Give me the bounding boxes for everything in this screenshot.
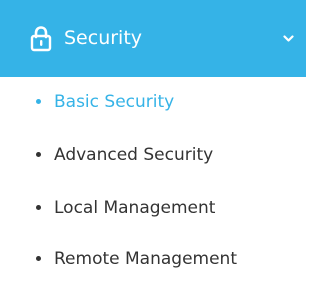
bullet-icon [36, 152, 41, 157]
submenu-item-remote-management[interactable]: Remote Management [0, 239, 306, 279]
submenu-item-label: Basic Security [54, 92, 175, 112]
submenu-item-local-management[interactable]: Local Management [0, 188, 306, 228]
submenu-item-label: Local Management [54, 198, 216, 218]
sidebar-section-security[interactable]: Security [0, 0, 306, 77]
submenu-item-label: Remote Management [54, 249, 237, 269]
submenu-item-basic-security[interactable]: Basic Security [0, 82, 306, 122]
security-submenu: Basic Security Advanced Security Local M… [0, 77, 306, 286]
bullet-icon [36, 205, 41, 210]
bullet-icon [36, 256, 41, 261]
sidebar-navigation: Security Basic Security Advanced Securit… [0, 0, 306, 286]
submenu-item-advanced-security[interactable]: Advanced Security [0, 135, 306, 175]
bullet-icon [36, 99, 41, 104]
submenu-item-label: Advanced Security [54, 145, 214, 165]
chevron-down-icon[interactable] [283, 35, 294, 43]
sidebar-section-title: Security [64, 27, 143, 49]
lock-icon [30, 26, 52, 52]
